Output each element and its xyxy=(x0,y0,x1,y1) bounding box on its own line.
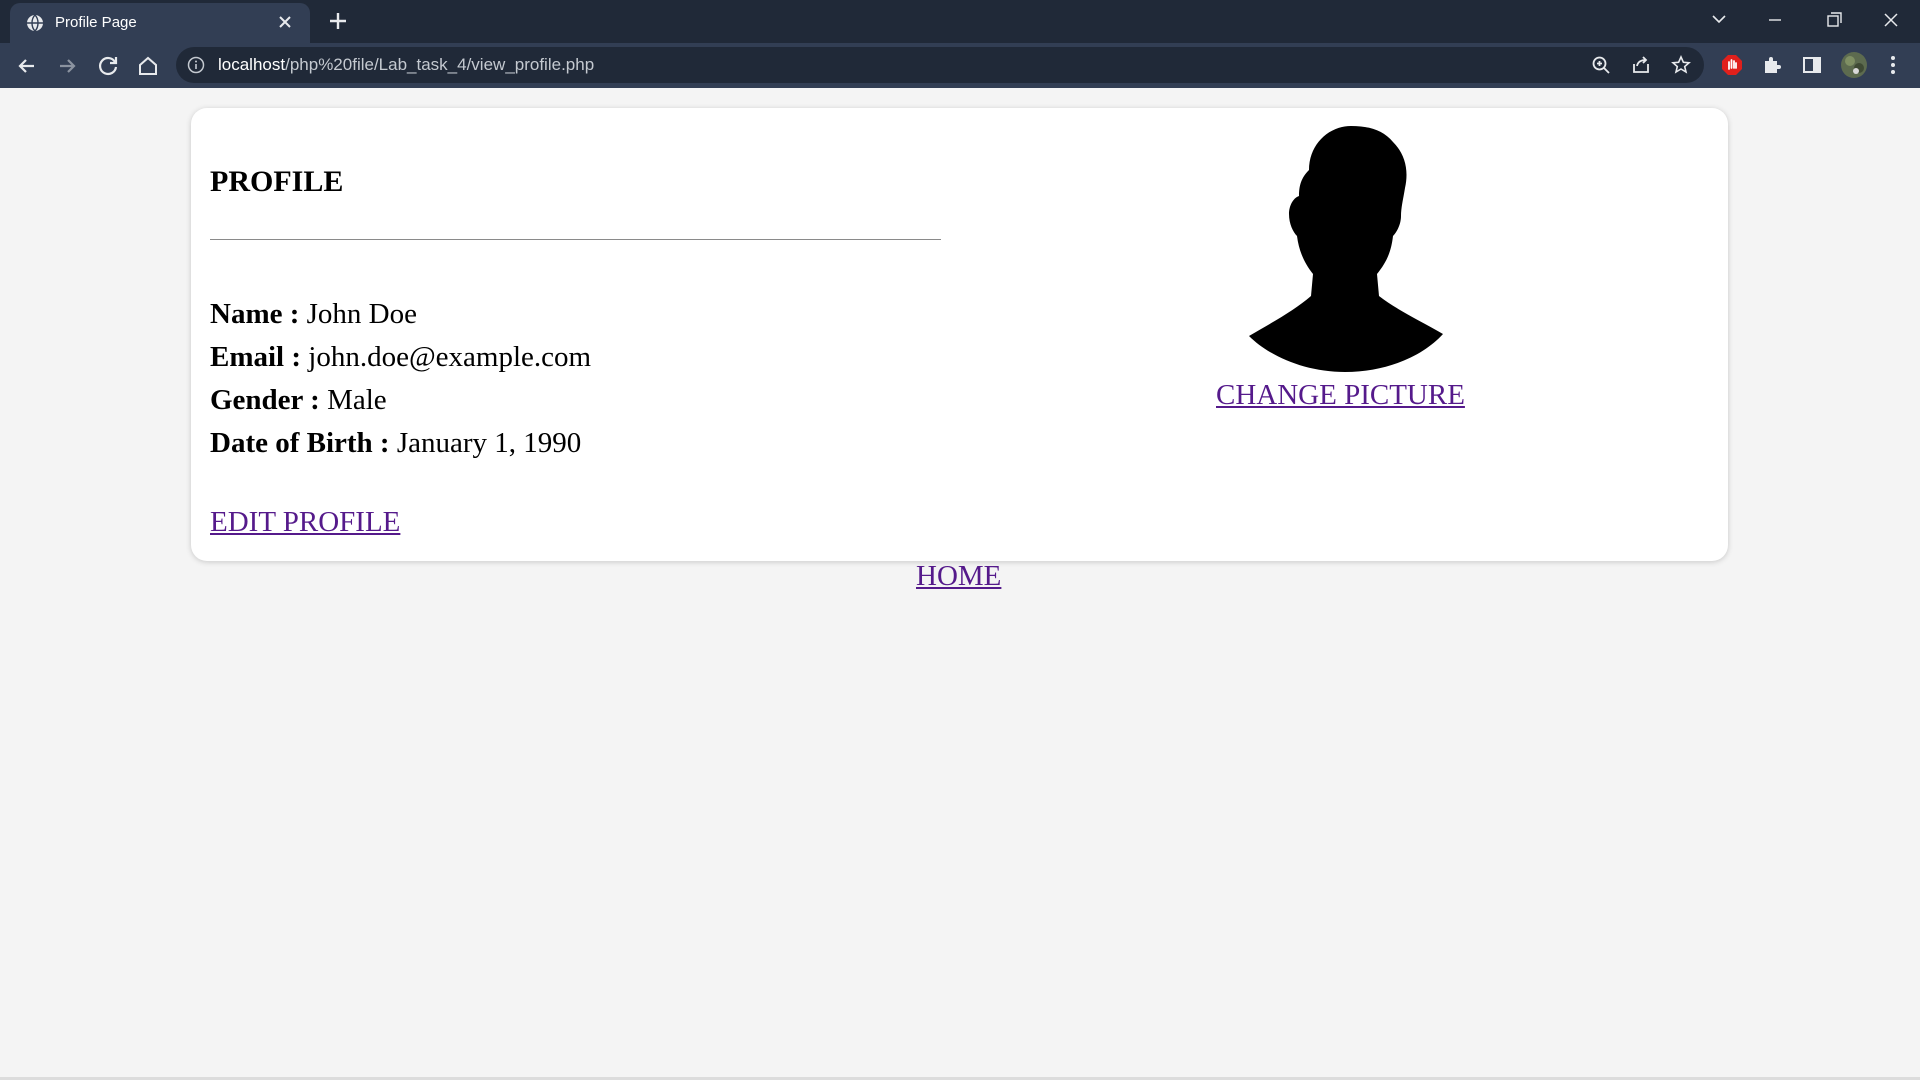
email-value: john.doe@example.com xyxy=(308,341,592,373)
browser-tab-strip: Profile Page xyxy=(0,0,1920,43)
gender-label: Gender : xyxy=(210,384,320,416)
name-label: Name : xyxy=(210,298,300,330)
restore-icon[interactable] xyxy=(1810,4,1856,36)
minimize-icon[interactable] xyxy=(1752,4,1798,36)
change-picture-link[interactable]: CHANGE PICTURE xyxy=(1216,379,1465,412)
name-field: Name : John Doe xyxy=(210,298,417,331)
browser-tab[interactable]: Profile Page xyxy=(10,3,310,43)
url-text: localhost/php%20file/Lab_task_4/view_pro… xyxy=(218,55,594,75)
edit-profile-link[interactable]: EDIT PROFILE xyxy=(210,506,400,539)
home-link[interactable]: HOME xyxy=(916,560,1001,593)
close-tab-icon[interactable] xyxy=(274,11,296,33)
name-value: John Doe xyxy=(306,298,417,330)
bookmark-star-icon[interactable] xyxy=(1671,55,1691,75)
extensions-puzzle-icon[interactable] xyxy=(1761,54,1783,76)
dob-value: January 1, 1990 xyxy=(396,427,582,459)
home-icon[interactable] xyxy=(134,52,162,80)
url-path: /php%20file/Lab_task_4/view_profile.php xyxy=(285,55,595,74)
address-bar[interactable]: localhost/php%20file/Lab_task_4/view_pro… xyxy=(176,47,1704,83)
browser-menu-icon[interactable] xyxy=(1882,54,1904,76)
profile-picture xyxy=(1247,124,1445,374)
gender-field: Gender : Male xyxy=(210,384,387,417)
tab-search-chevron-icon[interactable] xyxy=(1696,4,1742,36)
profile-card: PROFILE Name : John Doe Email : john.doe… xyxy=(191,108,1728,561)
profile-heading: PROFILE xyxy=(210,165,344,198)
gender-value: Male xyxy=(327,384,387,416)
close-window-icon[interactable] xyxy=(1868,4,1914,36)
new-tab-icon[interactable] xyxy=(325,8,351,34)
site-info-icon[interactable] xyxy=(187,56,205,74)
globe-icon xyxy=(26,14,44,32)
reload-icon[interactable] xyxy=(94,52,122,80)
browser-toolbar: localhost/php%20file/Lab_task_4/view_pro… xyxy=(0,43,1920,88)
email-field: Email : john.doe@example.com xyxy=(210,341,591,374)
person-silhouette-icon xyxy=(1249,126,1443,372)
email-label: Email : xyxy=(210,341,302,373)
url-host: localhost xyxy=(218,55,286,74)
zoom-icon[interactable] xyxy=(1591,55,1611,75)
adblock-extension-icon[interactable] xyxy=(1721,54,1743,76)
profile-avatar-icon[interactable] xyxy=(1840,51,1868,79)
back-arrow-icon[interactable] xyxy=(13,52,41,80)
share-icon[interactable] xyxy=(1631,55,1651,75)
browser-tab-title: Profile Page xyxy=(55,14,137,31)
forward-arrow-icon[interactable] xyxy=(53,52,81,80)
dob-label: Date of Birth : xyxy=(210,427,390,459)
heading-divider xyxy=(210,239,941,240)
dob-field: Date of Birth : January 1, 1990 xyxy=(210,427,581,460)
side-panel-icon[interactable] xyxy=(1801,54,1823,76)
